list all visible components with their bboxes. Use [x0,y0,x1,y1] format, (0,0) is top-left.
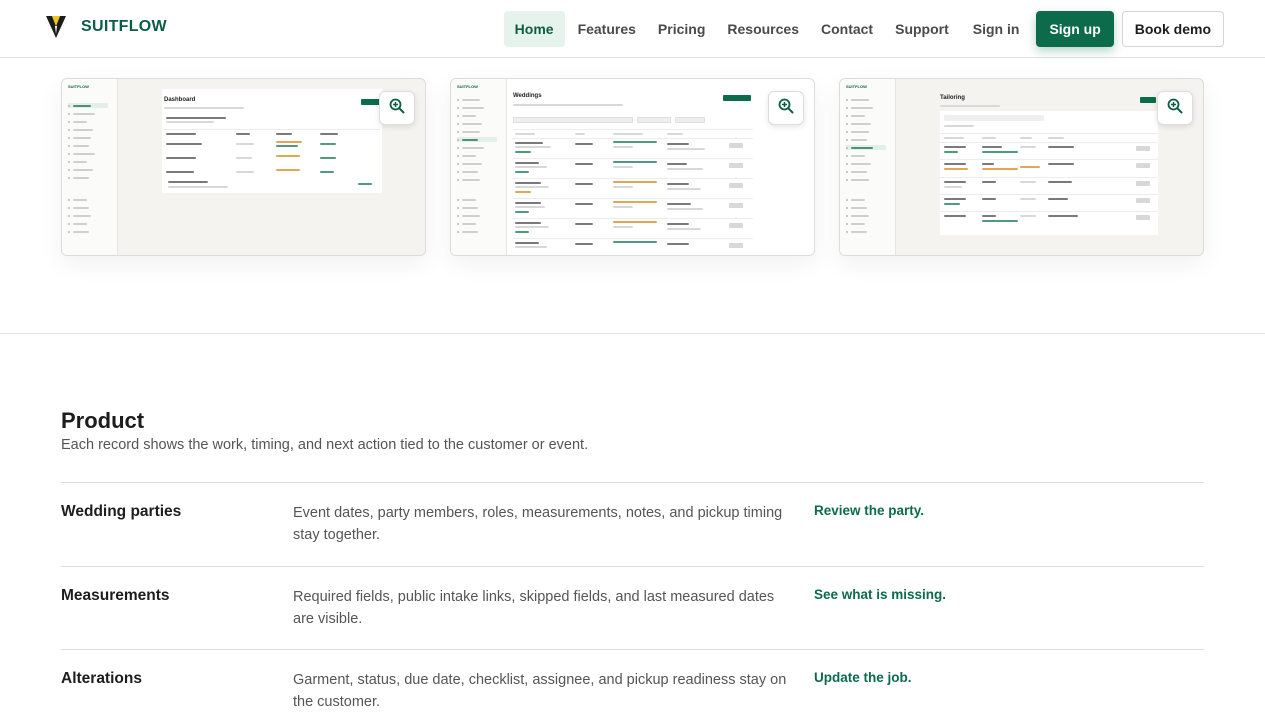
mini-page-title: Tailoring [940,95,965,101]
nav-home[interactable]: Home [503,11,565,47]
zoom-in-button[interactable] [768,91,804,125]
zoom-in-button[interactable] [1157,91,1193,125]
product-row: Alterations Garment, status, due date, c… [61,649,1204,720]
book-demo-button[interactable]: Book demo [1121,11,1224,47]
mini-sidebar: SUITFLOW [840,79,896,255]
nav-support[interactable]: Support [884,11,960,47]
nav-pricing[interactable]: Pricing [647,11,716,47]
tailoring-screenshot[interactable]: SUITFLOW Tailoring [839,78,1204,256]
brand-name: SUITFLOW [81,18,167,35]
weddings-screenshot[interactable]: SUITFLOW Weddings [450,78,815,256]
main-nav: Home Features Pricing Resources Contact … [503,11,1224,47]
brand-logo[interactable]: SUITFLOW [45,14,167,40]
sign-in-link[interactable]: Sign in [962,11,1031,47]
product-row: Measurements Required fields, public int… [61,566,1204,649]
product-row-name: Measurements [61,587,170,604]
product-row: Wedding parties Event dates, party membe… [61,482,1204,566]
dashboard-screenshot[interactable]: SUITFLOW Dashboard [61,78,426,256]
mini-page-title: Dashboard [164,97,196,103]
product-row-name: Alterations [61,670,142,687]
mini-page-title: Weddings [513,93,542,99]
mini-sidebar: SUITFLOW [62,79,118,255]
product-row-description: Event dates, party members, roles, measu… [293,505,783,543]
product-subtitle: Each record shows the work, timing, and … [61,437,589,453]
zoom-in-icon [389,98,405,119]
product-row-description: Required fields, public intake links, sk… [293,589,775,627]
zoom-in-icon [778,98,794,119]
mini-sidebar: SUITFLOW [451,79,507,255]
nav-resources[interactable]: Resources [716,11,810,47]
zoom-in-icon [1167,98,1183,119]
product-table: Wedding parties Event dates, party membe… [61,482,1204,720]
zoom-in-button[interactable] [379,91,415,125]
product-row-description: Garment, status, due date, checklist, as… [293,672,787,710]
product-heading: Product [61,408,145,433]
nav-features[interactable]: Features [567,11,647,47]
review-party-link[interactable]: Review the party. [814,503,924,518]
see-missing-link[interactable]: See what is missing. [814,587,946,602]
site-header: SUITFLOW Home Features Pricing Resources… [0,0,1265,58]
sign-up-button[interactable]: Sign up [1036,11,1114,47]
section-divider [0,333,1265,334]
lapel-logo-icon [45,14,67,40]
screenshot-gallery: SUITFLOW Dashboard SUITFLOW Weddings SUI… [61,78,1204,256]
nav-contact[interactable]: Contact [810,11,884,47]
product-row-name: Wedding parties [61,503,182,520]
update-job-link[interactable]: Update the job. [814,670,912,685]
